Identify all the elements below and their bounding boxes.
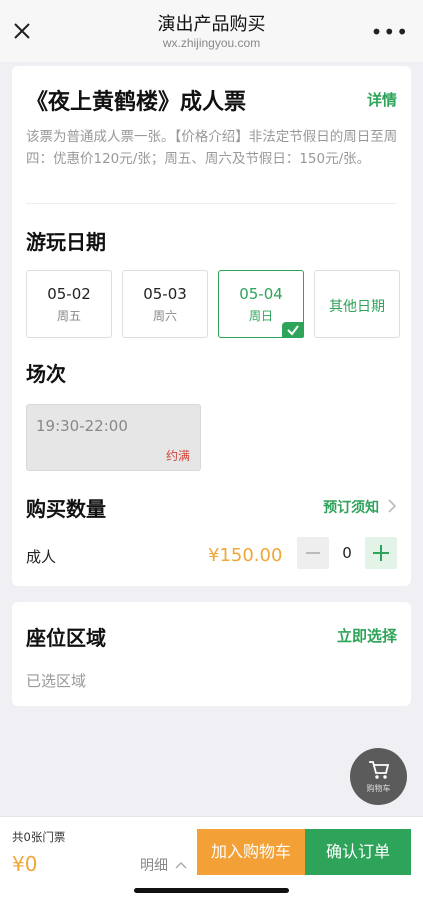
- ticket-price: ¥150.00: [208, 545, 283, 566]
- breakdown-toggle[interactable]: 明细: [140, 855, 187, 875]
- more-icon[interactable]: •••: [371, 20, 409, 44]
- date-option[interactable]: 05-03 周六: [122, 270, 208, 338]
- chevron-up-icon: [175, 862, 187, 869]
- checkmark-icon: [282, 322, 304, 338]
- seat-card: 座位区域 立即选择 已选区域: [12, 602, 411, 706]
- product-name: 《夜上黄鹤楼》成人票: [26, 90, 247, 115]
- other-dates-label: 其他日期: [329, 299, 385, 315]
- floating-cart-button[interactable]: 购物车: [350, 748, 407, 805]
- breakdown-label: 明细: [140, 858, 168, 874]
- cart-icon: [369, 761, 390, 779]
- session-time: 19:30-22:00: [36, 417, 128, 435]
- ticket-type-label: 成人: [26, 548, 57, 566]
- seat-section-title: 座位区域: [26, 626, 106, 650]
- selected-area-placeholder: 已选区域: [26, 672, 87, 690]
- quantity-section-title: 购买数量: [26, 497, 106, 521]
- date-section-title: 游玩日期: [26, 230, 106, 254]
- navigation-bar: 演出产品购买 wx.zhijingyou.com •••: [0, 0, 423, 62]
- date-option-selected[interactable]: 05-04 周日: [218, 270, 304, 338]
- session-section-title: 场次: [26, 362, 66, 386]
- total-price: ¥0: [12, 852, 38, 876]
- cart-label: 购物车: [366, 784, 391, 793]
- weekday-value: 周五: [56, 309, 81, 323]
- decrease-button[interactable]: [297, 537, 329, 569]
- other-dates-button[interactable]: 其他日期: [314, 270, 400, 338]
- select-seat-link[interactable]: 立即选择: [337, 625, 397, 646]
- booking-notice-label: 预订须知: [323, 500, 380, 516]
- divider: [26, 203, 397, 204]
- chevron-right-icon: [388, 499, 397, 513]
- date-value: 05-04: [239, 285, 283, 303]
- session-option[interactable]: 19:30-22:00 约满: [26, 404, 201, 471]
- weekday-value: 周六: [152, 309, 177, 323]
- page-title: 演出产品购买: [157, 14, 266, 35]
- product-description: 该票为普通成人票一张。【价格介绍】非法定节假日的周日至周四：优惠价120元/张；…: [26, 129, 398, 167]
- page-domain: wx.zhijingyou.com: [162, 36, 261, 50]
- increase-button[interactable]: [365, 537, 397, 569]
- confirm-order-button[interactable]: 确认订单: [305, 829, 411, 875]
- ticket-count: 共0张门票: [12, 830, 66, 844]
- detail-link[interactable]: 详情: [367, 89, 397, 110]
- date-value: 05-02: [47, 285, 91, 303]
- add-to-cart-button[interactable]: 加入购物车: [197, 829, 305, 875]
- quantity-value: 0: [342, 544, 352, 562]
- date-option[interactable]: 05-02 周五: [26, 270, 112, 338]
- home-indicator: [134, 888, 289, 893]
- date-value: 05-03: [143, 285, 187, 303]
- booking-notice-link[interactable]: 预订须知: [323, 497, 397, 517]
- session-status: 约满: [165, 449, 190, 463]
- product-card: 《夜上黄鹤楼》成人票 详情 该票为普通成人票一张。【价格介绍】非法定节假日的周日…: [12, 66, 411, 586]
